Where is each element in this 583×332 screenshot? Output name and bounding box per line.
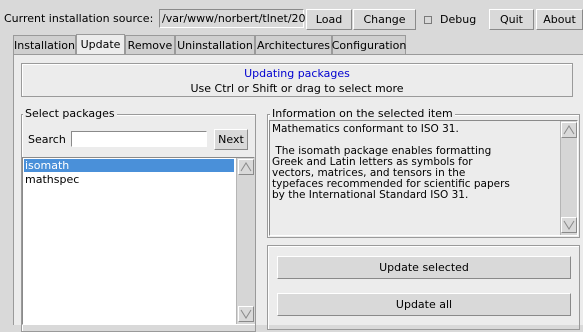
about-button[interactable]: About bbox=[536, 9, 583, 30]
tab-architectures[interactable]: Architectures bbox=[255, 35, 332, 54]
info-group-title: Information on the selected item bbox=[270, 107, 455, 120]
tab-update[interactable]: Update bbox=[76, 34, 125, 54]
tab-configuration[interactable]: Configuration bbox=[332, 35, 406, 54]
banner-subtitle: Use Ctrl or Shift or drag to select more bbox=[190, 82, 404, 95]
select-packages-title: Select packages bbox=[23, 107, 117, 120]
info-banner: Updating packages Use Ctrl or Shift or d… bbox=[21, 63, 573, 97]
debug-toggle[interactable]: Debug bbox=[420, 9, 488, 30]
debug-label: Debug bbox=[440, 13, 477, 26]
tab-uninstallation[interactable]: Uninstallation bbox=[175, 35, 255, 54]
search-label: Search bbox=[28, 133, 66, 146]
list-item-label: mathspec bbox=[25, 173, 80, 186]
source-field[interactable]: /var/www/norbert/tlnet/2008 bbox=[159, 9, 320, 28]
package-list-scrollbar[interactable] bbox=[236, 158, 255, 324]
scroll-up-icon[interactable] bbox=[561, 122, 577, 138]
change-button[interactable]: Change bbox=[353, 9, 416, 30]
list-item[interactable]: isomath bbox=[24, 159, 234, 172]
tab-remove[interactable]: Remove bbox=[125, 35, 175, 54]
source-value: /var/www/norbert/tlnet/2008 bbox=[162, 12, 320, 25]
debug-checkbox[interactable] bbox=[424, 15, 432, 24]
next-button[interactable]: Next bbox=[214, 129, 248, 150]
load-button[interactable]: Load bbox=[306, 9, 352, 30]
search-input[interactable] bbox=[71, 131, 207, 147]
scroll-down-icon[interactable] bbox=[561, 217, 577, 233]
source-label: Current installation source: bbox=[4, 12, 154, 25]
info-line: Mathematics conformant to ISO 31. bbox=[272, 123, 459, 135]
list-item[interactable]: mathspec bbox=[24, 173, 234, 186]
info-scrollbar[interactable] bbox=[560, 121, 577, 235]
scroll-up-icon[interactable] bbox=[238, 159, 254, 175]
package-list[interactable]: isomath mathspec bbox=[22, 157, 255, 325]
update-selected-button[interactable]: Update selected bbox=[277, 256, 571, 279]
list-item-label: isomath bbox=[25, 159, 70, 172]
tab-installation[interactable]: Installation bbox=[13, 35, 76, 54]
info-text-area[interactable]: Mathematics conformant to ISO 31. The is… bbox=[269, 120, 578, 236]
scroll-down-icon[interactable] bbox=[238, 306, 254, 322]
info-line: by the International Standard ISO 31. bbox=[272, 189, 469, 201]
update-all-button[interactable]: Update all bbox=[277, 293, 571, 316]
banner-title: Updating packages bbox=[244, 67, 350, 80]
quit-button[interactable]: Quit bbox=[489, 9, 534, 30]
